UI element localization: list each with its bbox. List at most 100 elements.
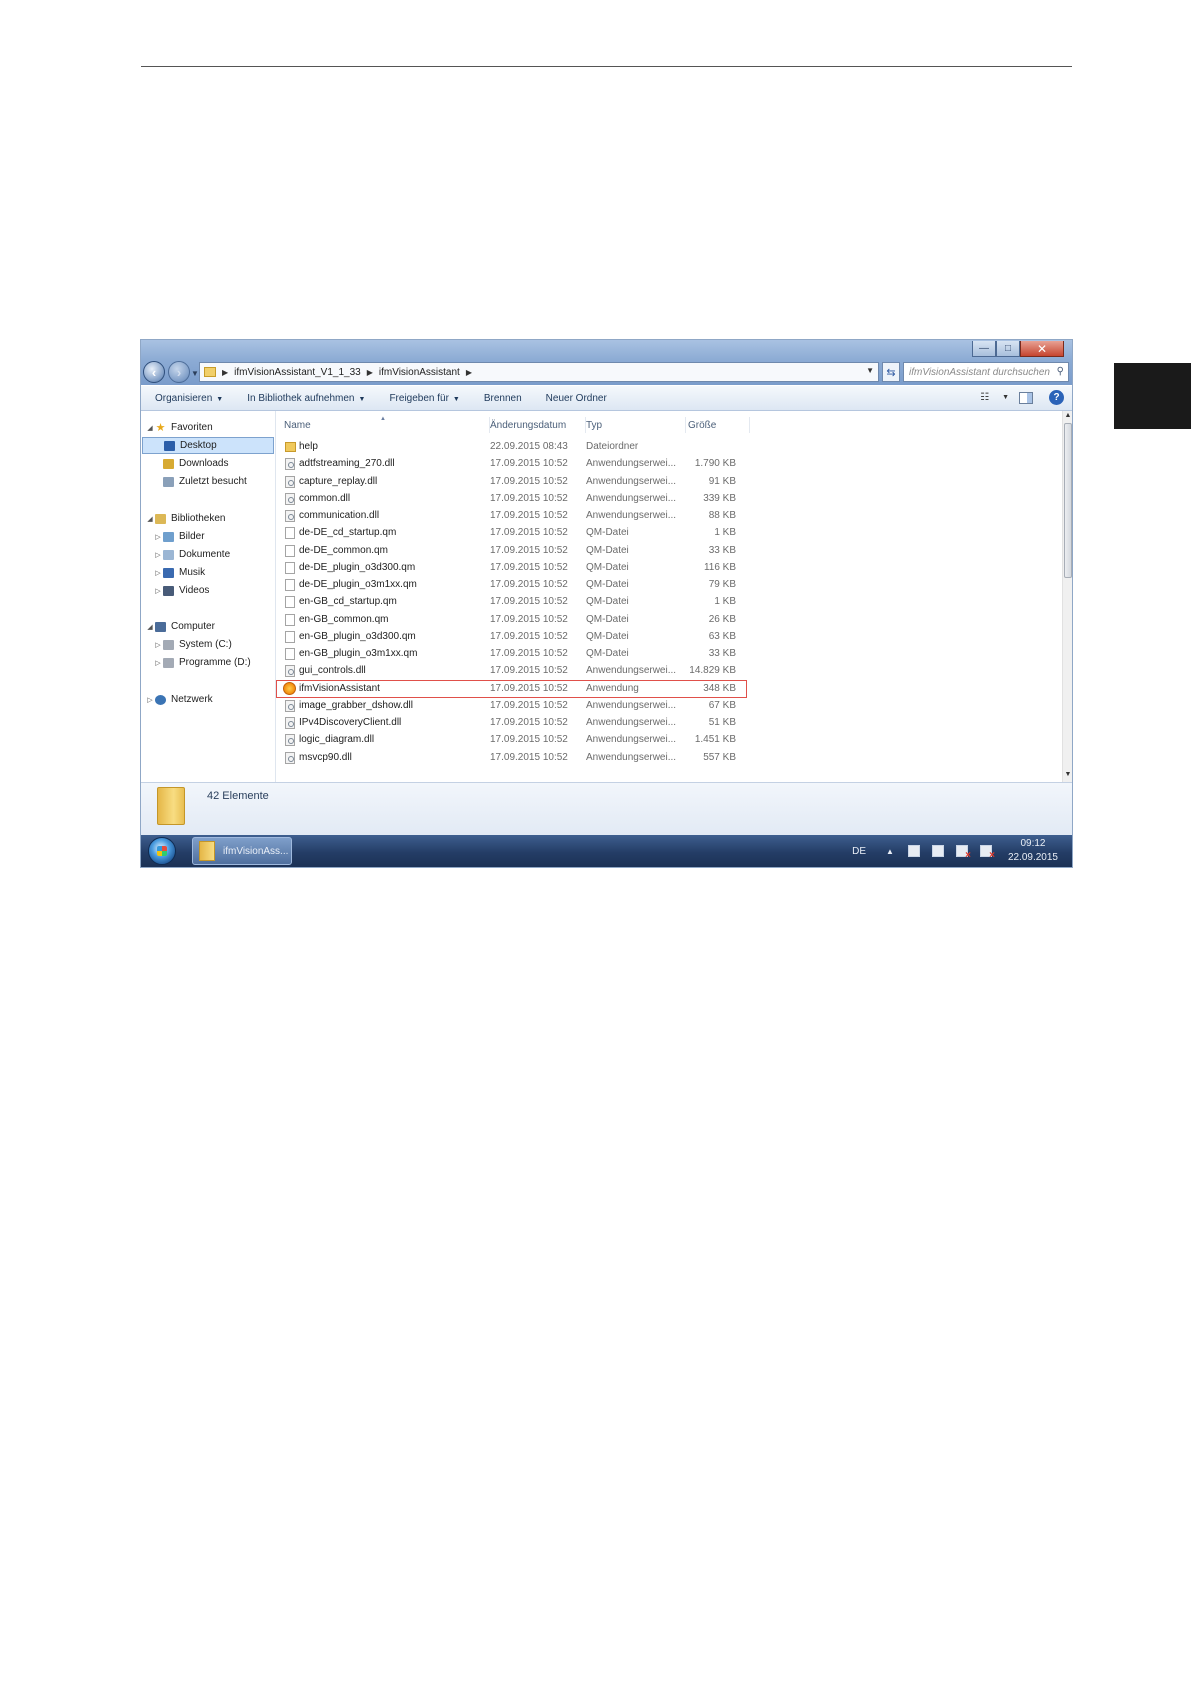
file-row[interactable]: en-GB_common.qm 17.09.2015 10:52 QM-Datei 2… <box>276 611 876 629</box>
recent-pages-dropdown-icon[interactable]: ▼ <box>191 369 199 378</box>
breadcrumb-chevron-icon[interactable]: ▶ <box>222 368 228 377</box>
file-date: 17.09.2015 10:52 <box>490 613 568 625</box>
organize-menu[interactable]: Organisieren ▼ <box>155 393 223 404</box>
preview-pane-icon[interactable] <box>1019 391 1033 404</box>
device-icon[interactable] <box>907 845 920 857</box>
maximize-icon: □ <box>1004 342 1012 354</box>
share-menu[interactable]: Freigeben für ▼ <box>389 393 459 404</box>
file-row[interactable]: help 22.09.2015 08:43 Dateiordner <box>276 438 876 456</box>
file-row[interactable]: IPv4DiscoveryClient.dll 17.09.2015 10:52 A… <box>276 714 876 732</box>
column-header-date[interactable]: Änderungsdatum <box>488 417 586 433</box>
maximize-button[interactable]: □ <box>996 341 1020 357</box>
include-library-menu[interactable]: In Bibliothek aufnehmen ▼ <box>247 393 365 404</box>
expand-arrow-icon[interactable]: ▷ <box>153 659 163 667</box>
sidebar-item-desktop[interactable]: Desktop <box>142 437 274 454</box>
file-row[interactable]: common.dll 17.09.2015 10:52 Anwendungserwe… <box>276 490 876 508</box>
help-icon[interactable]: ? <box>1049 390 1064 405</box>
sidebar-item-downloads[interactable]: Downloads <box>163 455 228 472</box>
file-size: 67 KB <box>708 699 736 711</box>
scroll-up-icon[interactable]: ▲ <box>1063 412 1072 419</box>
file-size: 33 KB <box>708 544 736 556</box>
sidebar-group-libraries[interactable]: ◢ Bibliotheken <box>145 510 225 527</box>
network-tray-icon[interactable] <box>931 845 944 857</box>
sidebar-item-documents[interactable]: ▷ Dokumente <box>153 546 230 563</box>
search-icon[interactable]: ⚲ <box>1057 366 1064 377</box>
qm-file-icon <box>285 630 295 643</box>
start-button[interactable] <box>148 837 176 865</box>
star-icon: ★ <box>155 421 166 434</box>
back-button[interactable]: ‹ <box>143 361 165 383</box>
action-center-icon[interactable] <box>979 845 995 861</box>
view-options-icon[interactable]: ☷ <box>980 392 996 404</box>
expand-arrow-icon[interactable]: ◢ <box>145 424 155 432</box>
breadcrumb-item[interactable]: ifmVisionAssistant <box>379 367 460 378</box>
file-row[interactable]: ifmVisionAssistant 17.09.2015 10:52 Anwend… <box>276 679 876 698</box>
expand-arrow-icon[interactable]: ▷ <box>145 696 155 704</box>
sidebar-group-computer[interactable]: ◢ Computer <box>145 618 215 635</box>
file-row[interactable]: en-GB_plugin_o3m1xx.qm 17.09.2015 10:52 QM… <box>276 645 876 663</box>
file-row[interactable]: de-DE_cd_startup.qm 17.09.2015 10:52 QM-Da… <box>276 524 876 542</box>
column-header-name[interactable]: Name ▲ <box>276 416 490 433</box>
file-type: Dateiordner <box>586 441 639 452</box>
qm-file-icon <box>285 648 295 660</box>
expand-arrow-icon[interactable]: ▷ <box>153 569 163 577</box>
file-row[interactable]: en-GB_plugin_o3d300.qm 17.09.2015 10:52 QM… <box>276 628 876 646</box>
sidebar-item-recent[interactable]: Zuletzt besucht <box>163 473 247 490</box>
sidebar-item-pictures[interactable]: ▷ Bilder <box>153 528 204 545</box>
expand-arrow-icon[interactable]: ▷ <box>153 641 163 649</box>
clock[interactable]: 09:12 22.09.2015 <box>1008 837 1058 865</box>
volume-muted-icon[interactable] <box>955 845 971 861</box>
sidebar-item-drive-c[interactable]: ▷ System (C:) <box>153 636 231 653</box>
language-indicator[interactable]: DE <box>852 846 866 857</box>
expand-arrow-icon[interactable]: ◢ <box>145 623 155 631</box>
qm-file-icon <box>285 613 295 626</box>
file-row[interactable]: gui_controls.dll 17.09.2015 10:52 Anwendun… <box>276 662 876 680</box>
file-row[interactable]: en-GB_cd_startup.qm 17.09.2015 10:52 QM-Da… <box>276 593 876 611</box>
file-row[interactable]: image_grabber_dshow.dll 17.09.2015 10:52 A… <box>276 697 876 715</box>
column-header-type[interactable]: Typ <box>584 417 686 433</box>
file-row[interactable]: msvcp90.dll 17.09.2015 10:52 Anwendungserw… <box>276 749 876 767</box>
expand-arrow-icon[interactable]: ▷ <box>153 551 163 559</box>
forward-button[interactable]: › <box>168 361 190 383</box>
file-row[interactable]: logic_diagram.dll 17.09.2015 10:52 Anwendu… <box>276 731 876 749</box>
chevron-down-icon[interactable]: ▼ <box>1002 394 1009 401</box>
vertical-scrollbar[interactable]: ▲ ▼ <box>1062 411 1072 782</box>
file-size: 63 KB <box>708 630 736 642</box>
breadcrumb-chevron-icon[interactable]: ▶ <box>466 368 472 377</box>
sidebar-group-favorites[interactable]: ◢ ★ Favoriten <box>145 419 212 436</box>
expand-arrow-icon[interactable]: ▷ <box>153 587 163 595</box>
minimize-button[interactable]: — <box>972 341 996 357</box>
sidebar-item-drive-d[interactable]: ▷ Programme (D:) <box>153 654 250 671</box>
file-type: QM-Datei <box>586 613 629 625</box>
scroll-thumb[interactable] <box>1064 423 1072 578</box>
address-dropdown-icon[interactable]: ▼ <box>866 366 874 375</box>
search-input[interactable]: ifmVisionAssistant durchsuchen ⚲ <box>903 362 1069 382</box>
file-row[interactable]: de-DE_plugin_o3d300.qm 17.09.2015 10:52 QM… <box>276 559 876 577</box>
sort-arrow-icon: ▲ <box>380 416 386 422</box>
file-row[interactable]: de-DE_plugin_o3m1xx.qm 17.09.2015 10:52 QM… <box>276 576 876 594</box>
close-button[interactable]: ✕ <box>1020 341 1064 357</box>
file-row[interactable]: de-DE_common.qm 17.09.2015 10:52 QM-Datei 3… <box>276 542 876 560</box>
column-header-size[interactable]: Größe <box>686 417 750 433</box>
address-bar[interactable]: ▶ ifmVisionAssistant_V1_1_33 ▶ ifmVision… <box>199 362 879 382</box>
sidebar-group-network[interactable]: ▷ Netzwerk <box>145 691 212 708</box>
file-row[interactable]: communication.dll 17.09.2015 10:52 Anwendu… <box>276 507 876 525</box>
scroll-down-icon[interactable]: ▼ <box>1063 771 1072 778</box>
file-row[interactable]: capture_replay.dll 17.09.2015 10:52 Anwend… <box>276 473 876 491</box>
sidebar-item-videos[interactable]: ▷ Videos <box>153 582 209 599</box>
file-date: 17.09.2015 10:52 <box>490 475 568 487</box>
show-hidden-icons-icon[interactable]: ▲ <box>886 847 894 856</box>
breadcrumb-chevron-icon[interactable]: ▶ <box>367 368 373 377</box>
new-folder-button[interactable]: Neuer Ordner <box>546 393 607 404</box>
refresh-button[interactable]: ⇆ <box>882 362 900 382</box>
sidebar-item-music[interactable]: ▷ Musik <box>153 564 205 581</box>
breadcrumb-item[interactable]: ifmVisionAssistant_V1_1_33 <box>234 367 361 378</box>
expand-arrow-icon[interactable]: ▷ <box>153 533 163 541</box>
file-date: 17.09.2015 10:52 <box>490 544 568 556</box>
burn-button[interactable]: Brennen <box>484 393 522 404</box>
expand-arrow-icon[interactable]: ◢ <box>145 515 155 523</box>
column-header-label: Name <box>284 419 311 431</box>
file-row[interactable]: adtfstreaming_270.dll 17.09.2015 10:52 Anw… <box>276 455 876 473</box>
share-label: Freigeben für <box>389 392 449 404</box>
taskbar-explorer-button[interactable]: ifmVisionAss... <box>192 837 292 865</box>
